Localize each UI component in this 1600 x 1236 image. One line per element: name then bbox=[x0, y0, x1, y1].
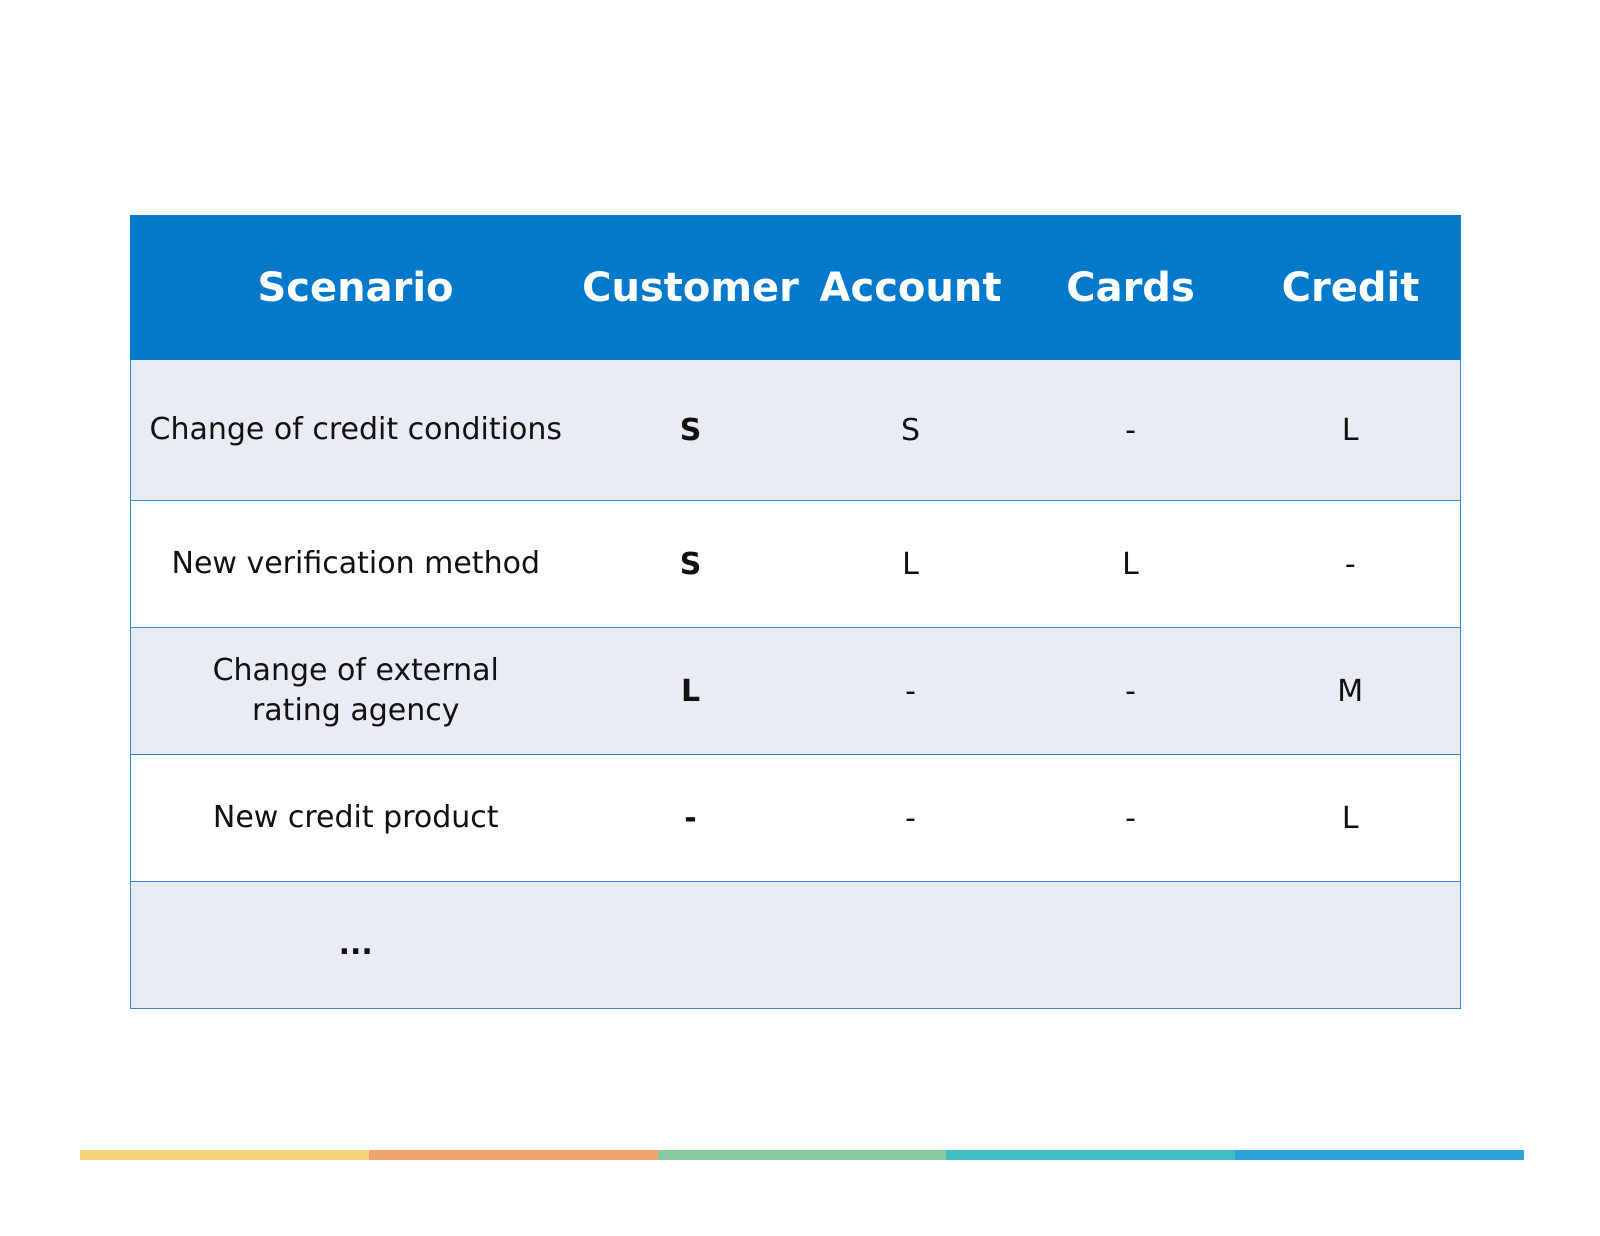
header-account: Account bbox=[800, 215, 1021, 360]
credit-cell: M bbox=[1240, 627, 1461, 755]
scenario-cell: New verification method bbox=[130, 500, 581, 628]
header-credit: Credit bbox=[1240, 215, 1461, 360]
account-cell: L bbox=[800, 500, 1021, 628]
table-row: New credit product - - - L bbox=[130, 754, 1461, 882]
account-cell: S bbox=[800, 359, 1021, 501]
stripe-segment-yellow bbox=[80, 1150, 369, 1160]
customer-cell: - bbox=[580, 754, 801, 882]
account-cell bbox=[800, 881, 1021, 1009]
customer-cell: S bbox=[580, 500, 801, 628]
scenario-cell: ... bbox=[130, 881, 581, 1009]
stripe-segment-teal bbox=[946, 1150, 1236, 1160]
table-header-row: Scenario Customer Account Cards Credit bbox=[130, 215, 1461, 360]
stripe-segment-orange bbox=[368, 1150, 658, 1160]
customer-cell bbox=[580, 881, 801, 1009]
credit-cell: L bbox=[1240, 359, 1461, 501]
scenario-cell: Change of external rating agency bbox=[130, 627, 581, 755]
customer-cell: S bbox=[580, 359, 801, 501]
cards-cell: L bbox=[1020, 500, 1241, 628]
table-row: New verification method S L L - bbox=[130, 500, 1461, 628]
header-scenario: Scenario bbox=[130, 215, 581, 360]
header-customer: Customer bbox=[580, 215, 801, 360]
cards-cell: - bbox=[1020, 359, 1241, 501]
scenario-cell: Change of credit conditions bbox=[130, 359, 581, 501]
table-row: Change of external rating agency L - - M bbox=[130, 627, 1461, 755]
scenario-cell: New credit product bbox=[130, 754, 581, 882]
table-row: ... bbox=[130, 881, 1461, 1009]
cards-cell bbox=[1020, 881, 1241, 1009]
credit-cell: - bbox=[1240, 500, 1461, 628]
cards-cell: - bbox=[1020, 754, 1241, 882]
table-row: Change of credit conditions S S - L bbox=[130, 359, 1461, 501]
credit-cell: L bbox=[1240, 754, 1461, 882]
header-cards: Cards bbox=[1020, 215, 1241, 360]
credit-cell bbox=[1240, 881, 1461, 1009]
customer-cell: L bbox=[580, 627, 801, 755]
account-cell: - bbox=[800, 754, 1021, 882]
stripe-segment-blue bbox=[1235, 1150, 1524, 1160]
slide: Scenario Customer Account Cards Credit C… bbox=[0, 0, 1600, 1236]
impact-matrix-table: Scenario Customer Account Cards Credit C… bbox=[130, 215, 1461, 1009]
cards-cell: - bbox=[1020, 627, 1241, 755]
decorative-color-stripe bbox=[80, 1150, 1524, 1160]
stripe-segment-green bbox=[657, 1150, 947, 1160]
account-cell: - bbox=[800, 627, 1021, 755]
